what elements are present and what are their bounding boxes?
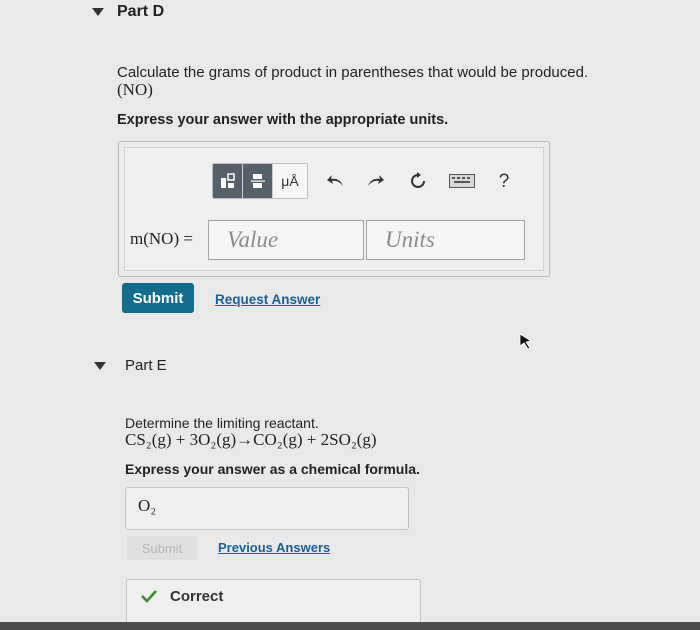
undo-icon[interactable] xyxy=(324,167,348,195)
collapse-caret-part-e[interactable] xyxy=(94,362,106,370)
submit-button-disabled: Submit xyxy=(127,536,197,560)
part-e-prompt: Determine the limiting reactant. xyxy=(125,415,319,431)
value-input[interactable]: Value xyxy=(208,220,364,260)
mouse-cursor-icon xyxy=(519,333,533,354)
help-icon[interactable]: ? xyxy=(495,168,513,196)
previous-answers-link[interactable]: Previous Answers xyxy=(218,540,330,555)
part-d-prompt: Calculate the grams of product in parent… xyxy=(117,64,589,81)
part-d-title: Part D xyxy=(117,3,165,20)
bottom-edge xyxy=(0,622,700,630)
keyboard-icon[interactable] xyxy=(447,170,477,192)
feedback-box: Correct xyxy=(126,579,421,625)
templates-icon[interactable] xyxy=(213,164,243,198)
part-e-title: Part E xyxy=(125,357,167,374)
fraction-template-icon[interactable] xyxy=(243,164,273,198)
units-button[interactable]: μÅ xyxy=(273,164,307,198)
chemical-formula-input[interactable]: O₂ xyxy=(125,487,409,530)
part-e-instruction: Express your answer as a chemical formul… xyxy=(125,461,420,477)
check-icon xyxy=(141,589,157,608)
toolbar-group: μÅ xyxy=(212,163,308,199)
answer-value: O₂ xyxy=(138,496,157,515)
answer-label: m(NO) = xyxy=(130,229,193,248)
reset-icon[interactable] xyxy=(405,167,431,195)
reaction-equation: CS₂(g) + 3O₂(g)→CO₂(g) + 2SO₂(g) xyxy=(125,430,377,449)
part-d-product: (NO) xyxy=(117,80,153,99)
part-d-instruction: Express your answer with the appropriate… xyxy=(117,112,449,128)
submit-button[interactable]: Submit xyxy=(122,283,194,313)
request-answer-link[interactable]: Request Answer xyxy=(215,292,320,307)
collapse-caret-part-d[interactable] xyxy=(92,8,104,16)
status-correct: Correct xyxy=(170,588,224,605)
redo-icon[interactable] xyxy=(363,167,387,195)
units-input[interactable]: Units xyxy=(366,220,525,260)
